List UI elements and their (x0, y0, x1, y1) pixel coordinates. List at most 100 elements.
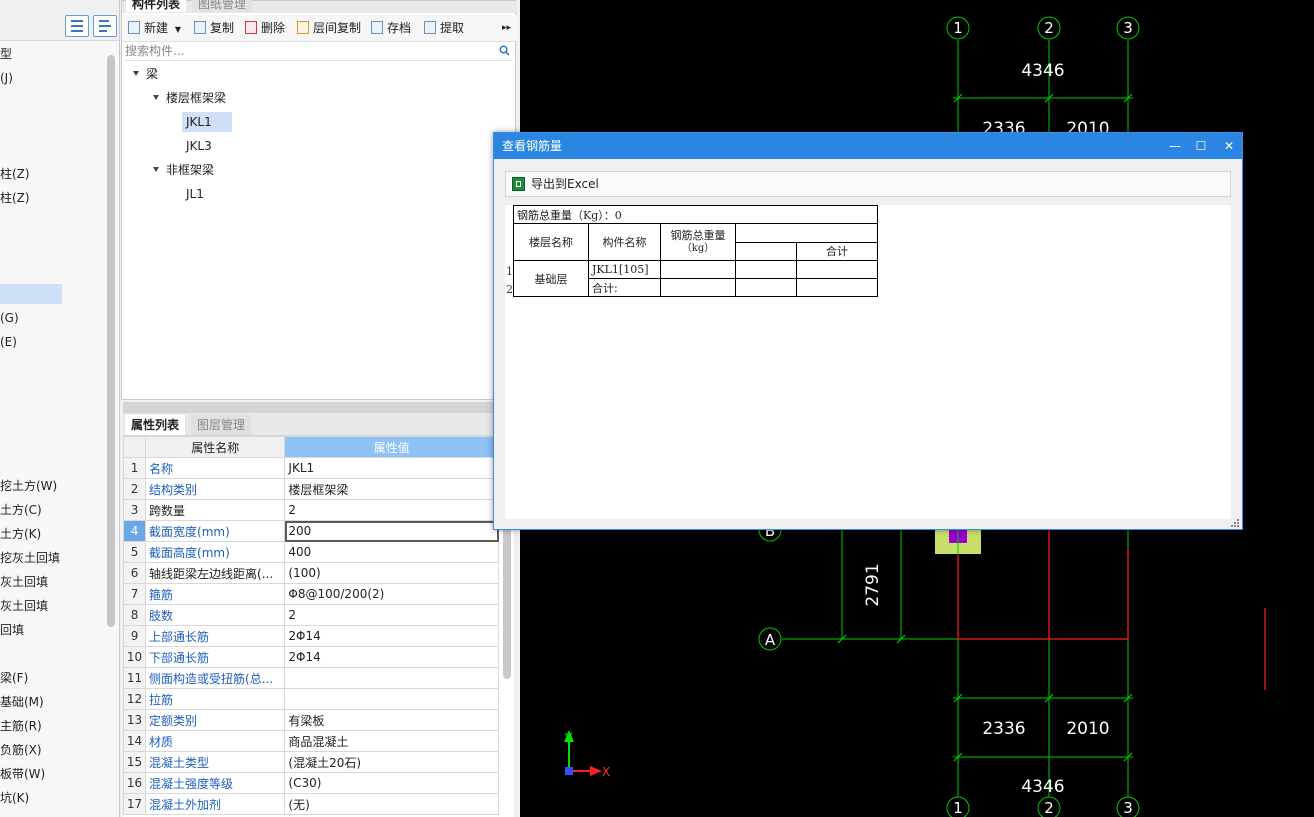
tree-node-floor-frame-beam[interactable]: 楼层框架梁 (153, 88, 226, 108)
toolbar-overflow-icon[interactable]: ▸▸ (502, 15, 511, 41)
dropdown-arrow-icon[interactable]: ▼ (175, 25, 181, 34)
left-tree-item[interactable]: (G) (0, 308, 19, 328)
property-row[interactable]: 5 截面高度(mm) 400 (122, 541, 499, 563)
left-tree-item[interactable]: 灰土回填 (0, 572, 48, 592)
property-value-cell[interactable]: 200 (284, 520, 499, 542)
floor-copy-button[interactable]: 层间复制 (297, 15, 361, 41)
left-tree-item[interactable]: 梁(F) (0, 668, 28, 688)
property-row[interactable]: 4 截面宽度(mm) 200 (122, 520, 499, 542)
left-tree-item[interactable] (0, 284, 62, 304)
property-row[interactable]: 8 肢数 2 (122, 604, 499, 626)
new-button[interactable]: 新建 ▼ (128, 15, 181, 41)
property-value-cell[interactable]: 楼层框架梁 (284, 478, 499, 500)
left-tree-item[interactable]: 基础(M) (0, 692, 44, 712)
property-value-cell[interactable]: (C30) (284, 772, 499, 794)
property-row[interactable]: 6 轴线距梁左边线距离(... (100) (122, 562, 499, 584)
left-tree-item[interactable]: 挖灰土回填 (0, 548, 60, 568)
left-tree-item[interactable]: (E) (0, 332, 17, 352)
export-excel-button[interactable]: 导出到Excel (512, 172, 599, 196)
property-row-index: 9 (122, 625, 147, 647)
delete-button[interactable]: 删除 (245, 15, 285, 41)
property-row[interactable]: 10 下部通长筋 2Φ14 (122, 646, 499, 668)
left-tree-item[interactable]: 挖土方(W) (0, 476, 57, 496)
row-index-1: 1 (506, 265, 513, 278)
property-row[interactable]: 16 混凝土强度等级 (C30) (122, 772, 499, 794)
property-row[interactable]: 3 跨数量 2 (122, 499, 499, 521)
detail-view-icon[interactable] (93, 15, 117, 37)
expand-triangle-icon[interactable] (153, 95, 159, 100)
tree-item-jkl3[interactable]: JKL3 (186, 136, 212, 156)
tree-node-beam[interactable]: 梁 (133, 64, 158, 84)
property-value-cell[interactable]: (100) (284, 562, 499, 584)
weight-cell-2 (660, 278, 736, 297)
left-tree-item[interactable]: 柱(Z) (0, 188, 30, 208)
property-value-cell[interactable]: Φ8@100/200(2) (284, 583, 499, 605)
panel-splitter[interactable] (123, 402, 494, 413)
left-tree-item[interactable]: 负筋(X) (0, 740, 42, 760)
component-search-input[interactable] (125, 42, 493, 60)
property-value-cell[interactable]: (混凝土20石) (284, 751, 499, 773)
property-row[interactable]: 7 箍筋 Φ8@100/200(2) (122, 583, 499, 605)
tree-item-jl1[interactable]: JL1 (186, 184, 204, 204)
left-tree-item[interactable]: 主筋(R) (0, 716, 42, 736)
copy-button[interactable]: 复制 (194, 15, 234, 41)
tab-component-list[interactable]: 构件列表 (126, 0, 187, 12)
tab-property-list[interactable]: 属性列表 (125, 415, 186, 435)
sum-cell-2 (796, 278, 878, 297)
property-row-index: 14 (122, 730, 147, 752)
property-row[interactable]: 17 混凝土外加剂 (无) (122, 793, 499, 815)
left-tree-item[interactable]: 回填 (0, 620, 24, 640)
property-row[interactable]: 9 上部通长筋 2Φ14 (122, 625, 499, 647)
list-view-icon[interactable] (65, 15, 89, 37)
left-tree-item[interactable]: 板带(W) (0, 764, 45, 784)
save-archive-button[interactable]: 存档 (371, 15, 411, 41)
property-row[interactable]: 15 混凝土类型 (混凝土20石) (122, 751, 499, 773)
tree-item-jkl1[interactable]: JKL1 (182, 112, 232, 132)
property-value-cell[interactable]: 2Φ14 (284, 646, 499, 668)
left-tree-item[interactable]: 型 (0, 44, 12, 64)
tree-node-non-frame-beam[interactable]: 非框架梁 (153, 160, 214, 180)
expand-triangle-icon[interactable] (153, 167, 159, 172)
maximize-icon[interactable]: ☐ (1188, 133, 1214, 159)
property-row[interactable]: 2 结构类别 楼层框架梁 (122, 478, 499, 500)
left-tree-item[interactable]: 坑(K) (0, 788, 29, 808)
property-table: 属性名称 属性值 1 名称 JKL1 2 结构类别 楼层框架梁 3 跨数量 2 4 截面宽度(mm)… (122, 436, 499, 815)
property-value-cell[interactable] (284, 667, 499, 689)
dim-right-bottom: 2010 (1066, 719, 1109, 739)
property-row[interactable]: 11 侧面构造或受扭筋(总... (122, 667, 499, 689)
property-value-cell[interactable]: (无) (284, 793, 499, 815)
tab-drawing-management[interactable]: 图纸管理 (192, 0, 253, 12)
property-scrollbar[interactable] (503, 517, 511, 679)
search-icon[interactable] (499, 45, 510, 56)
left-tree-item[interactable]: (J) (0, 68, 13, 88)
save-archive-icon (371, 21, 383, 34)
left-tree-item[interactable]: 灰土回填 (0, 596, 48, 616)
property-row-index: 15 (122, 751, 147, 773)
resize-grip-icon[interactable] (1231, 519, 1240, 528)
beam-lines[interactable] (957, 530, 1266, 690)
property-value-cell[interactable]: 400 (284, 541, 499, 563)
property-row[interactable]: 12 拉筋 (122, 688, 499, 710)
property-value-cell[interactable]: 2 (284, 604, 499, 626)
property-row[interactable]: 1 名称 JKL1 (122, 457, 499, 479)
minimize-icon[interactable]: — (1162, 133, 1188, 159)
property-row[interactable]: 13 定额类别 有梁板 (122, 709, 499, 731)
extract-button[interactable]: 提取 (424, 15, 464, 41)
property-row[interactable]: 14 材质 商品混凝土 (122, 730, 499, 752)
expand-triangle-icon[interactable] (133, 71, 139, 76)
property-name-cell: 轴线距梁左边线距离(... (145, 562, 286, 584)
property-value-cell[interactable]: JKL1 (284, 457, 499, 479)
dialog-title-bar[interactable]: 查看钢筋量 — ☐ ✕ (494, 133, 1242, 159)
property-value-cell[interactable]: 有梁板 (284, 709, 499, 731)
property-value-cell[interactable]: 2 (284, 499, 499, 521)
left-tree-item[interactable]: 土方(K) (0, 524, 41, 544)
left-tree-item[interactable]: 柱(Z) (0, 164, 30, 184)
property-value-cell[interactable]: 2Φ14 (284, 625, 499, 647)
property-value-cell[interactable] (284, 688, 499, 710)
left-tree-item[interactable]: 土方(C) (0, 500, 42, 520)
sum-cell-1 (796, 260, 878, 279)
left-tree-scrollbar[interactable] (107, 55, 115, 627)
close-icon[interactable]: ✕ (1216, 133, 1242, 159)
property-value-cell[interactable]: 商品混凝土 (284, 730, 499, 752)
tab-layer-management[interactable]: 图层管理 (191, 415, 252, 435)
